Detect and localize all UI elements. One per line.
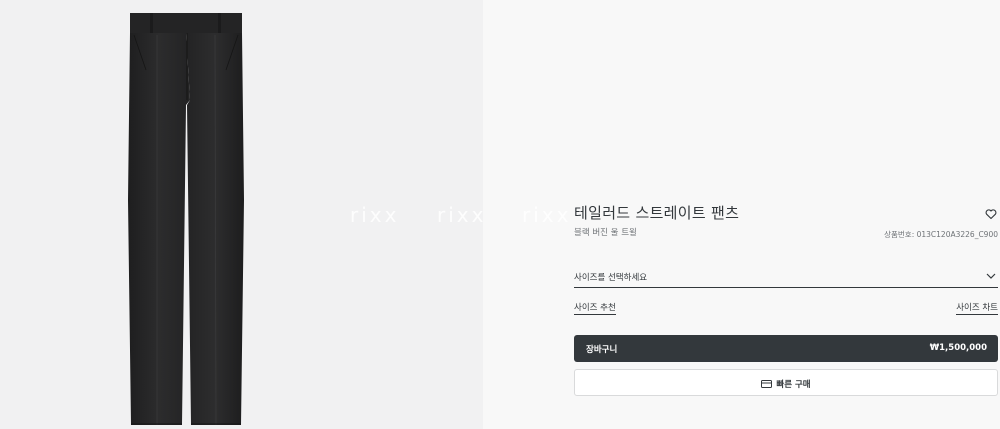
product-color: 블랙 버진 울 트윌: [574, 228, 637, 238]
size-chart-link[interactable]: 사이즈 차트: [956, 301, 998, 315]
buy-now-label: 빠른 구매: [776, 380, 811, 390]
product-title: 테일러드 스트레이트 팬츠: [574, 204, 740, 222]
size-select-placeholder: 사이즈를 선택하세요: [574, 273, 648, 283]
chevron-down-icon: [986, 273, 996, 279]
cart-price: ₩1,500,000: [929, 343, 987, 353]
buy-now-button[interactable]: 빠른 구매: [574, 369, 998, 396]
cart-label: 장바구니: [586, 345, 618, 355]
heart-icon: [985, 209, 997, 220]
add-to-cart-button[interactable]: 장바구니 ₩1,500,000: [574, 335, 998, 362]
product-image: [128, 13, 244, 426]
size-select-dropdown[interactable]: 사이즈를 선택하세요: [574, 266, 998, 288]
product-info-panel: [483, 0, 1000, 429]
product-image-panel: [0, 0, 483, 429]
wishlist-button[interactable]: [985, 205, 997, 220]
credit-card-icon: [761, 380, 773, 388]
product-sku: 상품번호: 013C120A3226_C900: [884, 230, 998, 239]
size-recommend-link[interactable]: 사이즈 추천: [574, 301, 616, 315]
